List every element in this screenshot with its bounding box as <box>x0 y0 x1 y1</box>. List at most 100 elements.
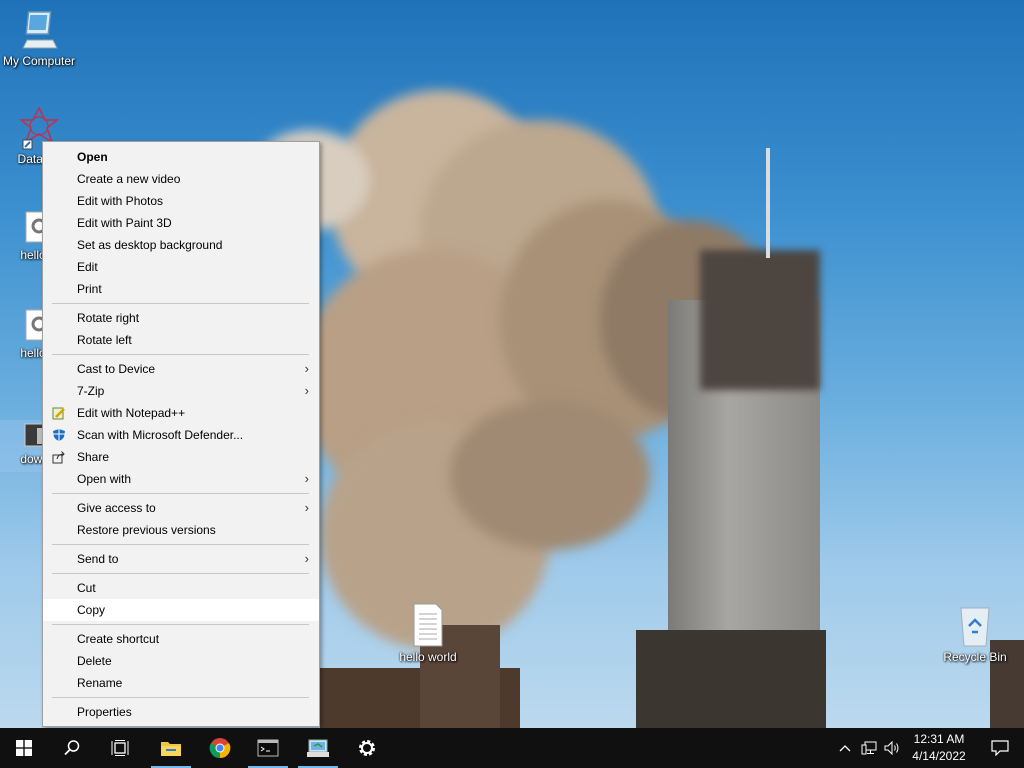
menu-item-label: Cut <box>77 581 96 595</box>
menu-separator <box>43 490 319 497</box>
menu-item-edit-with-notepad-plus-plus[interactable]: Edit with Notepad++ <box>43 402 319 424</box>
menu-item-properties[interactable]: Properties <box>43 701 319 723</box>
chevron-up-icon <box>839 745 851 752</box>
menu-item-label: Scan with Microsoft Defender... <box>77 428 244 442</box>
menu-separator <box>43 570 319 577</box>
menu-item-label: Edit with Photos <box>77 194 164 208</box>
menu-item-edit[interactable]: Edit <box>43 256 319 278</box>
menu-item-print[interactable]: Print <box>43 278 319 300</box>
desktop-icon-label: My Computer <box>2 54 76 68</box>
menu-item-label: Rotate left <box>77 333 132 347</box>
menu-item-label: Set as desktop background <box>77 238 223 252</box>
menu-item-copy[interactable]: Copy <box>43 599 319 621</box>
menu-item-label: Open with <box>77 472 132 486</box>
menu-item-open-with[interactable]: Open with › <box>43 468 319 490</box>
taskbar-terminal[interactable] <box>244 728 292 768</box>
volume-icon <box>884 741 899 755</box>
action-center-button[interactable] <box>986 728 1014 768</box>
chevron-right-icon: › <box>304 471 309 486</box>
network-button[interactable] <box>858 728 880 768</box>
menu-item-label: Open <box>77 150 108 164</box>
menu-item-label: Send to <box>77 552 119 566</box>
shield-icon <box>53 429 65 441</box>
menu-item-label: Share <box>77 450 110 464</box>
menu-separator <box>43 300 319 307</box>
network-icon <box>861 741 877 755</box>
settings-icon <box>359 740 375 756</box>
menu-item-label: Create a new video <box>77 172 181 186</box>
menu-item-label: 7-Zip <box>77 384 105 398</box>
task-view-button[interactable] <box>96 728 144 768</box>
text-file-icon <box>413 603 443 647</box>
share-icon <box>52 451 65 464</box>
control-panel-icon <box>307 739 329 757</box>
task-view-icon <box>111 740 129 756</box>
menu-item-rename[interactable]: Rename <box>43 672 319 694</box>
recycle-bin-icon <box>960 607 990 647</box>
volume-button[interactable] <box>882 728 904 768</box>
menu-item-label: Give access to <box>77 501 156 515</box>
menu-item-give-access-to[interactable]: Give access to › <box>43 497 319 519</box>
taskbar-clock[interactable]: 12:31 AM 4/14/2022 <box>906 731 972 765</box>
taskbar-chrome[interactable] <box>196 728 244 768</box>
menu-item-share[interactable]: Share <box>43 446 319 468</box>
desktop-icon-my-computer[interactable]: My Computer <box>0 8 82 68</box>
menu-item-send-to[interactable]: Send to › <box>43 548 319 570</box>
menu-item-edit-with-photos[interactable]: Edit with Photos <box>43 190 319 212</box>
start-button[interactable] <box>0 728 48 768</box>
notification-icon <box>991 740 1009 756</box>
notepad-plus-plus-icon <box>52 407 65 420</box>
terminal-icon <box>257 739 279 757</box>
context-menu: Open Create a new video Edit with Photos… <box>42 141 320 727</box>
menu-item-restore-previous-versions[interactable]: Restore previous versions <box>43 519 319 541</box>
menu-item-scan-with-defender[interactable]: Scan with Microsoft Defender... <box>43 424 319 446</box>
menu-item-label: Edit <box>77 260 98 274</box>
chevron-right-icon: › <box>304 383 309 398</box>
chevron-right-icon: › <box>304 551 309 566</box>
taskbar-settings[interactable] <box>343 728 391 768</box>
menu-item-label: Delete <box>77 654 112 668</box>
menu-item-label: Cast to Device <box>77 362 156 376</box>
menu-item-7-zip[interactable]: 7-Zip › <box>43 380 319 402</box>
menu-item-label: Create shortcut <box>77 632 160 646</box>
menu-item-label: Properties <box>77 705 132 719</box>
menu-item-edit-with-paint-3d[interactable]: Edit with Paint 3D <box>43 212 319 234</box>
desktop-icon-label: Recycle Bin <box>943 650 1007 664</box>
menu-item-label: Rename <box>77 676 123 690</box>
menu-item-cut[interactable]: Cut <box>43 577 319 599</box>
menu-item-label: Print <box>77 282 102 296</box>
menu-item-create-new-video[interactable]: Create a new video <box>43 168 319 190</box>
menu-item-label: Rotate right <box>77 311 140 325</box>
menu-item-set-as-desktop-background[interactable]: Set as desktop background <box>43 234 319 256</box>
desktop-icon-label: hello world <box>399 650 457 664</box>
search-button[interactable] <box>48 728 96 768</box>
menu-item-label: Copy <box>77 603 106 617</box>
menu-item-label: Edit with Notepad++ <box>77 406 186 420</box>
desktop-icon-recycle-bin[interactable]: Recycle Bin <box>932 602 1018 664</box>
chevron-right-icon: › <box>304 500 309 515</box>
menu-item-create-shortcut[interactable]: Create shortcut <box>43 628 319 650</box>
file-explorer-icon <box>161 742 181 756</box>
menu-item-rotate-right[interactable]: Rotate right <box>43 307 319 329</box>
chrome-icon <box>209 738 231 759</box>
menu-item-open[interactable]: Open <box>43 146 319 168</box>
show-hidden-icons-button[interactable] <box>834 728 856 768</box>
menu-item-delete[interactable]: Delete <box>43 650 319 672</box>
desktop-icon-hello-world[interactable]: hello world <box>385 602 471 664</box>
windows-start-icon <box>16 740 32 756</box>
clock-date: 4/14/2022 <box>912 749 966 763</box>
system-tray: 12:31 AM 4/14/2022 <box>824 728 1024 768</box>
menu-item-label: Restore previous versions <box>77 523 216 537</box>
chevron-right-icon: › <box>304 361 309 376</box>
menu-separator <box>43 694 319 701</box>
taskbar-file-explorer[interactable] <box>147 728 195 768</box>
menu-separator <box>43 351 319 358</box>
menu-item-cast-to-device[interactable]: Cast to Device › <box>43 358 319 380</box>
menu-separator <box>43 541 319 548</box>
taskbar-control-panel[interactable] <box>294 728 342 768</box>
computer-icon <box>22 11 58 49</box>
search-icon <box>64 740 80 756</box>
menu-item-rotate-left[interactable]: Rotate left <box>43 329 319 351</box>
menu-separator <box>43 621 319 628</box>
clock-time: 12:31 AM <box>913 732 965 746</box>
